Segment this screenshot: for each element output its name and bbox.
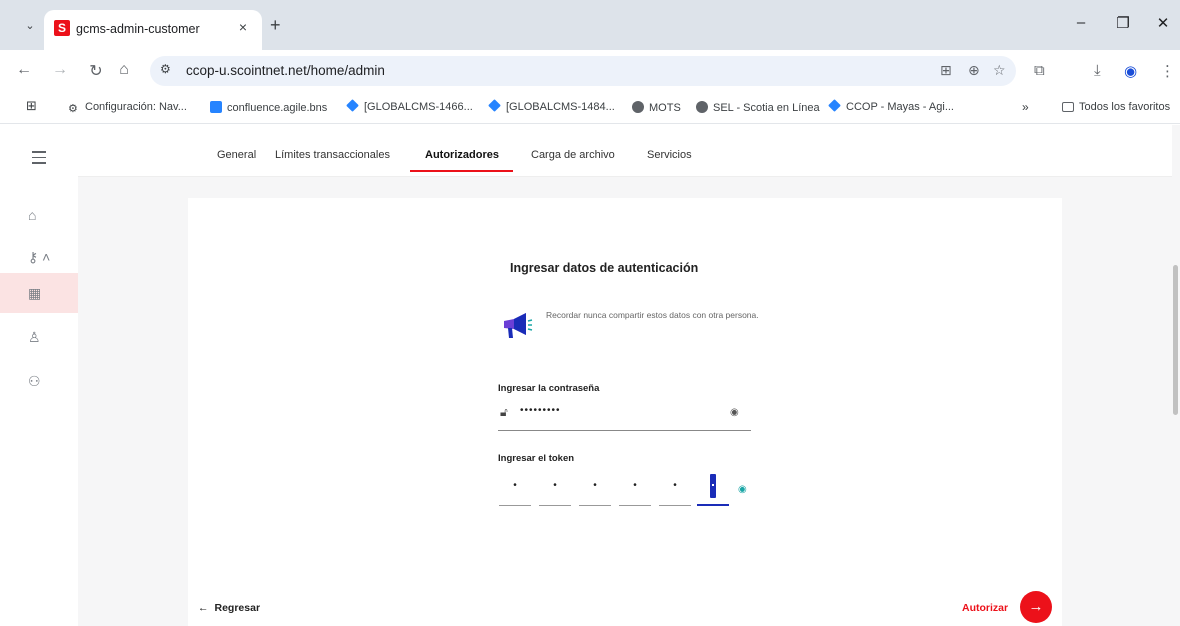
section-tabs: General Límites transaccionales Autoriza… xyxy=(78,125,1180,177)
password-input[interactable]: ••••••••• xyxy=(520,405,561,416)
show-token-eye-icon[interactable]: ◉ xyxy=(738,484,747,495)
active-tab-underline xyxy=(410,170,513,172)
tab-close-icon[interactable]: × xyxy=(234,19,252,35)
text-cursor xyxy=(710,474,716,498)
minimize-button[interactable]: – xyxy=(1066,14,1096,31)
browser-tab-strip: ⌄ S gcms-admin-customer × + – ❐ ✕ xyxy=(0,0,1180,50)
download-icon[interactable]: ⤓ xyxy=(1094,62,1101,79)
users-group-icon[interactable]: ⚇ xyxy=(28,373,41,390)
token-digit-3[interactable]: • xyxy=(579,470,611,506)
hamburger-menu-icon[interactable] xyxy=(32,151,46,168)
home-icon[interactable]: ⌂ xyxy=(28,207,36,223)
scotiabank-favicon-icon: S xyxy=(54,20,70,36)
browser-tab[interactable]: S gcms-admin-customer × xyxy=(44,10,262,50)
globe-icon xyxy=(632,101,644,113)
profile-icon[interactable]: ◉ xyxy=(1124,62,1137,80)
bookmark-globalcms-1484[interactable]: [GLOBALCMS-1484... xyxy=(488,99,615,113)
bookmark-ccop-mayas[interactable]: CCOP - Mayas - Agi... xyxy=(828,99,954,113)
authorize-label[interactable]: Autorizar xyxy=(962,602,1008,614)
site-info-icon[interactable]: ⚙ xyxy=(160,62,171,76)
token-digit-2[interactable]: • xyxy=(539,470,571,506)
confluence-icon xyxy=(210,101,222,113)
arrow-right-icon: → xyxy=(1028,598,1044,615)
show-password-eye-icon[interactable]: ◉ xyxy=(730,407,739,418)
restore-button[interactable]: ❐ xyxy=(1108,14,1138,32)
reload-icon[interactable]: ↻ xyxy=(86,61,106,81)
url-text[interactable]: ccop-u.scointnet.net/home/admin xyxy=(186,63,385,78)
back-arrow-icon[interactable]: ← xyxy=(14,61,34,79)
bookmarks-bar: ⊞ ⚙ Configuración: Nav... confluence.agil… xyxy=(0,92,1180,124)
key-icon[interactable]: ⚷ ˄ xyxy=(28,249,50,266)
tab-general[interactable]: General xyxy=(217,149,256,161)
forward-arrow-icon[interactable]: → xyxy=(50,61,70,79)
jira-icon xyxy=(346,99,359,112)
password-label: Ingresar la contraseña xyxy=(498,383,600,394)
bookmark-star-icon[interactable]: ☆ xyxy=(993,62,1006,79)
token-label: Ingresar el token xyxy=(498,453,575,464)
authorize-button[interactable]: → xyxy=(1020,591,1052,623)
globe-icon xyxy=(696,101,708,113)
bookmark-mots[interactable]: MOTS xyxy=(632,101,681,114)
menu-kebab-icon[interactable]: ⋮ xyxy=(1160,62,1175,80)
browser-toolbar: ← → ↻ ⌂ ⚙ ccop-u.scointnet.net/home/admi… xyxy=(0,50,1180,92)
jira-icon xyxy=(488,99,501,112)
token-digit-1[interactable]: • xyxy=(499,470,531,506)
bookmark-globalcms-1466[interactable]: [GLOBALCMS-1466... xyxy=(346,99,473,113)
tab-limites-transaccionales[interactable]: Límites transaccionales xyxy=(275,149,390,161)
megaphone-icon xyxy=(504,313,533,338)
apps-grid-icon[interactable]: ⊞ xyxy=(26,98,37,114)
lock-icon: 🔓︎ xyxy=(500,405,508,419)
bookmark-sel-scotia[interactable]: SEL - Scotia en Línea xyxy=(696,101,820,114)
security-notice: Recordar nunca compartir estos datos con… xyxy=(546,310,759,320)
token-digit-4[interactable]: • xyxy=(619,470,651,506)
back-button[interactable]: ← Regresar xyxy=(198,602,260,614)
tab-servicios[interactable]: Servicios xyxy=(647,149,692,161)
new-tab-button[interactable]: + xyxy=(270,15,281,36)
auth-title: Ingresar datos de autenticación xyxy=(510,261,699,275)
arrow-left-icon: ← xyxy=(198,602,209,614)
bookmarks-overflow-button[interactable]: » xyxy=(1022,100,1029,114)
gear-icon: ⚙ xyxy=(68,103,78,115)
folder-icon xyxy=(1062,102,1074,112)
tab-autorizadores[interactable]: Autorizadores xyxy=(425,149,499,161)
password-field[interactable]: 🔓︎ ••••••••• ◉ xyxy=(498,401,751,431)
home-icon[interactable]: ⌂ xyxy=(114,61,134,79)
bookmark-confluence[interactable]: confluence.agile.bns xyxy=(210,101,327,114)
calendar-icon[interactable]: ▦ xyxy=(28,285,41,302)
jira-icon xyxy=(828,99,841,112)
token-digit-6[interactable] xyxy=(697,470,729,506)
all-bookmarks-button[interactable]: Todos los favoritos xyxy=(1062,101,1170,113)
sidebar: ⌂ ⚷ ˄ ▦ ♙ ⚇ xyxy=(0,125,78,626)
zoom-icon[interactable]: ⊕ xyxy=(968,62,980,79)
bookmark-configuracion[interactable]: ⚙ Configuración: Nav... xyxy=(68,101,187,115)
user-icon[interactable]: ♙ xyxy=(28,329,41,346)
tab-title: gcms-admin-customer xyxy=(76,22,200,36)
token-digit-5[interactable]: • xyxy=(659,470,691,506)
tab-carga-de-archivo[interactable]: Carga de archivo xyxy=(531,149,615,161)
close-window-button[interactable]: ✕ xyxy=(1148,14,1178,32)
tab-search-icon[interactable]: ⌄ xyxy=(22,18,38,34)
address-bar[interactable]: ⚙ ccop-u.scointnet.net/home/admin ⊞ ⊕ ☆ xyxy=(150,56,1016,86)
translate-icon[interactable]: ⊞ xyxy=(940,62,952,79)
scrollbar-thumb[interactable] xyxy=(1173,265,1178,415)
app-content: ⌂ ⚷ ˄ ▦ ♙ ⚇ General Límites transacciona… xyxy=(0,125,1180,626)
extensions-icon[interactable]: ⧉ xyxy=(1034,62,1045,79)
